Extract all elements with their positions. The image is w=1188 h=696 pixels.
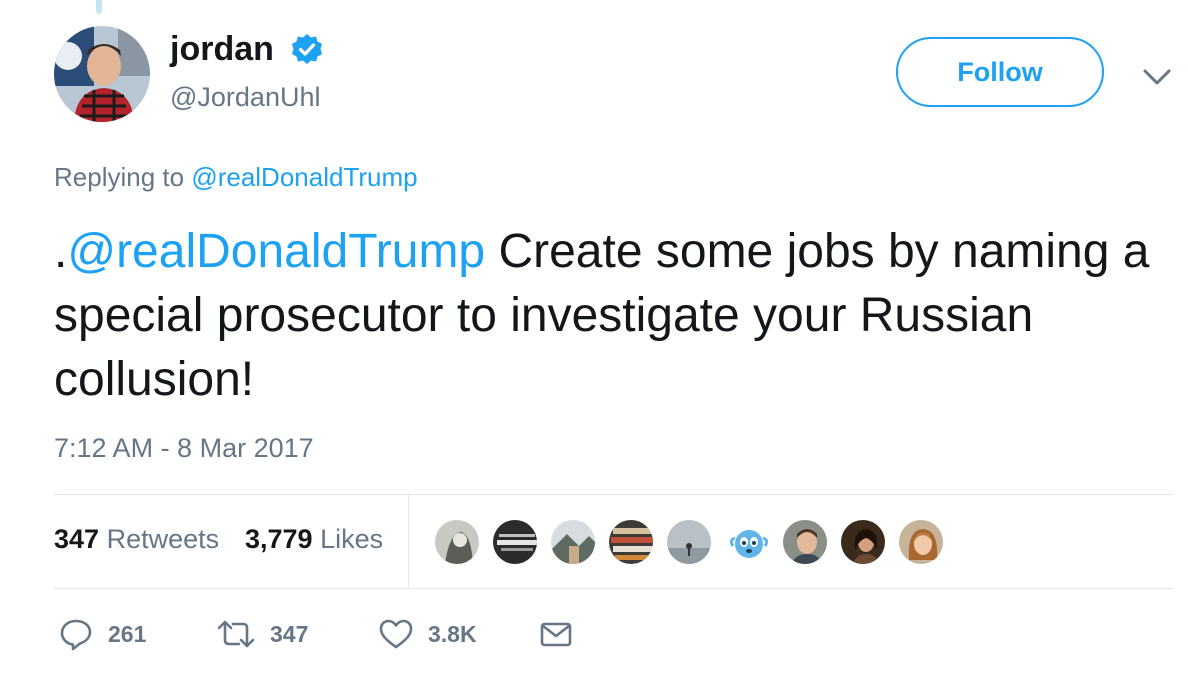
reply-action[interactable]: 261 xyxy=(58,612,146,656)
likes-stat[interactable]: 3,779 Likes xyxy=(245,524,383,555)
tweet-timestamp[interactable]: 7:12 AM - 8 Mar 2017 xyxy=(54,433,314,464)
liker-avatar[interactable] xyxy=(723,518,771,566)
retweets-stat[interactable]: 347 Retweets xyxy=(54,524,219,555)
reply-context-prefix: Replying to xyxy=(54,162,185,192)
liker-avatar[interactable] xyxy=(607,518,655,566)
reply-context-mention-link[interactable]: @realDonaldTrump xyxy=(191,162,417,192)
divider-top xyxy=(54,494,1174,495)
thread-connector-line xyxy=(96,0,102,14)
liker-avatar[interactable] xyxy=(665,518,713,566)
reply-count: 261 xyxy=(108,620,147,647)
retweet-count: 347 xyxy=(270,620,309,647)
author-handle[interactable]: @JordanUhl xyxy=(170,82,320,113)
retweet-icon xyxy=(217,620,255,648)
retweets-stat-count: 347 xyxy=(54,524,100,554)
retweet-action[interactable]: 347 xyxy=(216,612,308,656)
liker-avatar[interactable] xyxy=(549,518,597,566)
liker-avatar[interactable] xyxy=(897,518,945,566)
liker-avatar[interactable] xyxy=(839,518,887,566)
envelope-icon xyxy=(540,622,572,647)
chevron-down-icon[interactable] xyxy=(1140,62,1174,92)
tweet-leading-dot: . xyxy=(54,225,68,278)
liker-avatar[interactable] xyxy=(433,518,481,566)
heart-icon xyxy=(379,619,413,649)
like-action[interactable]: 3.8K xyxy=(378,612,477,656)
stats-divider xyxy=(408,495,409,588)
author-avatar[interactable] xyxy=(54,26,150,122)
retweets-stat-label: Retweets xyxy=(106,524,220,554)
divider-bottom xyxy=(54,588,1174,589)
likes-stat-label: Likes xyxy=(320,524,384,554)
follow-button[interactable]: Follow xyxy=(896,37,1104,107)
like-count: 3.8K xyxy=(428,620,477,647)
tweet-mention-link[interactable]: @realDonaldTrump xyxy=(67,225,485,278)
author-display-name[interactable]: jordan xyxy=(170,30,274,69)
likes-stat-count: 3,779 xyxy=(245,524,313,554)
liker-avatar[interactable] xyxy=(491,518,539,566)
reply-context: Replying to @realDonaldTrump xyxy=(54,162,418,193)
verified-badge-icon xyxy=(292,34,322,64)
tweet-text: .@realDonaldTrump Create some jobs by na… xyxy=(54,220,1164,412)
direct-message-action[interactable] xyxy=(538,612,574,656)
liker-avatar[interactable] xyxy=(781,518,829,566)
reply-icon xyxy=(60,619,92,651)
